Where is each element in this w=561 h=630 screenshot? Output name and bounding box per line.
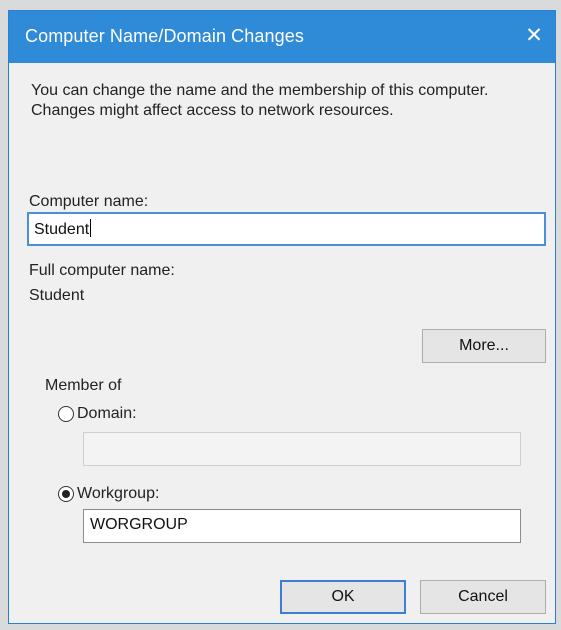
domain-input[interactable]	[83, 432, 521, 466]
computer-name-value: Student	[34, 221, 90, 238]
cancel-button[interactable]: Cancel	[420, 580, 546, 614]
computer-name-label: Computer name:	[29, 193, 149, 210]
description-text: You can change the name and the membersh…	[31, 82, 489, 119]
ok-button[interactable]: OK	[280, 580, 406, 614]
titlebar: Computer Name/Domain Changes ✕	[9, 11, 555, 63]
dialog-title: Computer Name/Domain Changes	[25, 26, 304, 46]
workgroup-input[interactable]: WORGROUP	[83, 509, 521, 543]
text-caret	[90, 219, 92, 237]
more-button[interactable]: More...	[422, 329, 546, 363]
dialog-window: Computer Name/Domain Changes ✕ You can c…	[8, 10, 556, 624]
workgroup-radio[interactable]	[58, 486, 74, 502]
full-computer-name-label: Full computer name:	[29, 262, 175, 279]
domain-label: Domain:	[77, 405, 137, 422]
radio-selected-dot	[62, 490, 70, 498]
domain-radio[interactable]	[58, 406, 74, 422]
member-of-label: Member of	[45, 377, 122, 394]
workgroup-label: Workgroup:	[77, 485, 160, 502]
computer-name-input[interactable]: Student	[27, 212, 546, 246]
close-icon[interactable]: ✕	[517, 19, 551, 53]
full-computer-name-value: Student	[29, 287, 85, 304]
